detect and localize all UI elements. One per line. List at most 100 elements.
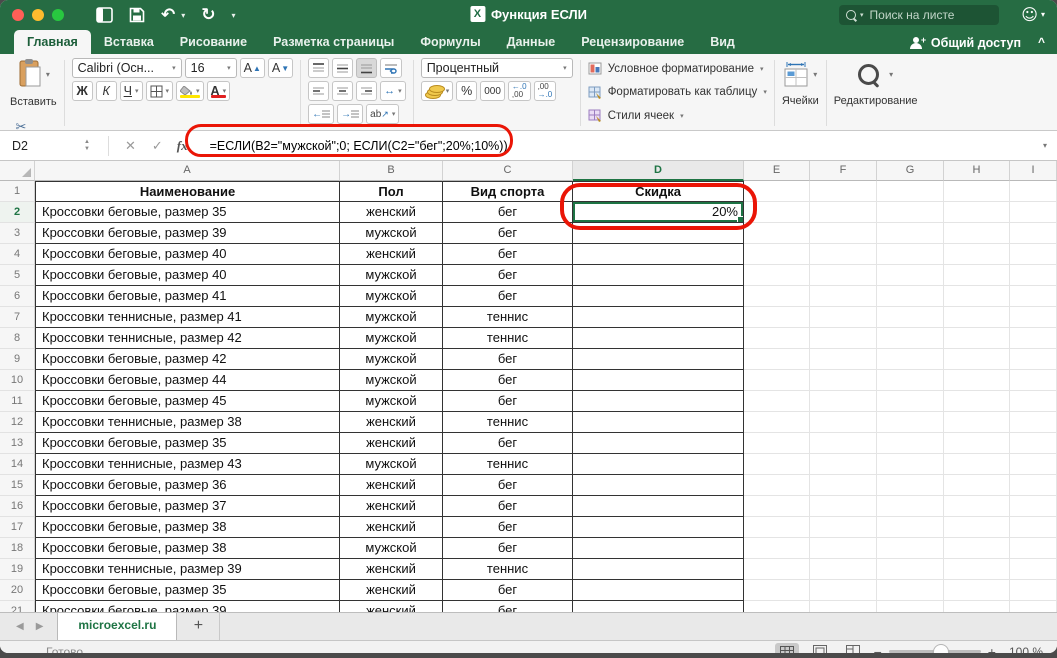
sheet-nav-right-icon[interactable]: ▶ <box>36 621 44 632</box>
cell-B7[interactable]: мужской <box>340 307 443 328</box>
cell-F12[interactable] <box>810 412 877 433</box>
cell-E6[interactable] <box>744 286 810 307</box>
cell-B6[interactable]: мужской <box>340 286 443 307</box>
align-left-button[interactable] <box>308 81 329 101</box>
cell-I1[interactable] <box>1010 181 1057 202</box>
page-layout-view-button[interactable] <box>808 643 832 653</box>
cell-G16[interactable] <box>877 496 944 517</box>
cell-D21[interactable] <box>573 601 744 612</box>
cell-E20[interactable] <box>744 580 810 601</box>
cell-C11[interactable]: бег <box>443 391 573 412</box>
cell-E7[interactable] <box>744 307 810 328</box>
cell-I9[interactable] <box>1010 349 1057 370</box>
cell-I4[interactable] <box>1010 244 1057 265</box>
cell-I2[interactable] <box>1010 202 1057 223</box>
cell-C19[interactable]: теннис <box>443 559 573 580</box>
cell-G3[interactable] <box>877 223 944 244</box>
cell-F21[interactable] <box>810 601 877 612</box>
cell-H18[interactable] <box>944 538 1010 559</box>
increase-decimal-button[interactable]: ←.0,00 <box>508 81 531 101</box>
comma-style-button[interactable]: 000 <box>480 81 505 101</box>
cell-H9[interactable] <box>944 349 1010 370</box>
cell-B3[interactable]: мужской <box>340 223 443 244</box>
cell-B16[interactable]: женский <box>340 496 443 517</box>
page-break-view-button[interactable] <box>841 643 865 653</box>
cell-D20[interactable] <box>573 580 744 601</box>
cell-G8[interactable] <box>877 328 944 349</box>
cell-H15[interactable] <box>944 475 1010 496</box>
sidebar-toggle-icon[interactable] <box>96 7 113 23</box>
editing-group[interactable]: ▾ Редактирование <box>834 58 918 128</box>
decrease-indent-button[interactable]: ← <box>308 104 334 124</box>
align-middle-button[interactable] <box>332 58 353 78</box>
row-header-2[interactable]: 2 <box>0 202 35 223</box>
cell-A6[interactable]: Кроссовки беговые, размер 41 <box>35 286 340 307</box>
cell-G10[interactable] <box>877 370 944 391</box>
row-header-5[interactable]: 5 <box>0 265 35 286</box>
cell-G2[interactable] <box>877 202 944 223</box>
cell-F2[interactable] <box>810 202 877 223</box>
cell-C2[interactable]: бег <box>443 202 573 223</box>
cell-H13[interactable] <box>944 433 1010 454</box>
cell-A14[interactable]: Кроссовки теннисные, размер 43 <box>35 454 340 475</box>
column-header-F[interactable]: F <box>810 161 877 181</box>
cell-I3[interactable] <box>1010 223 1057 244</box>
paste-button[interactable]: ▾ Вставить <box>10 58 57 108</box>
row-header-15[interactable]: 15 <box>0 475 35 496</box>
tab-формулы[interactable]: Формулы <box>407 30 493 54</box>
row-header-1[interactable]: 1 <box>0 181 35 202</box>
select-all-corner[interactable] <box>0 161 35 181</box>
cell-H14[interactable] <box>944 454 1010 475</box>
cell-G20[interactable] <box>877 580 944 601</box>
underline-button[interactable]: Ч▾ <box>120 81 143 101</box>
font-name-combo[interactable]: Calibri (Осн... ▾ <box>72 58 182 78</box>
formula-input[interactable]: =ЕСЛИ(B2="мужской";0; ЕСЛИ(C2="бег";20%;… <box>210 139 508 153</box>
insert-function-icon[interactable]: fx <box>177 138 188 154</box>
row-header-12[interactable]: 12 <box>0 412 35 433</box>
cell-D12[interactable] <box>573 412 744 433</box>
cell-A5[interactable]: Кроссовки беговые, размер 40 <box>35 265 340 286</box>
cell-I5[interactable] <box>1010 265 1057 286</box>
cell-A7[interactable]: Кроссовки теннисные, размер 41 <box>35 307 340 328</box>
cell-A19[interactable]: Кроссовки теннисные, размер 39 <box>35 559 340 580</box>
cell-F3[interactable] <box>810 223 877 244</box>
fill-color-dropdown-icon[interactable]: ▾ <box>196 87 200 95</box>
cell-I15[interactable] <box>1010 475 1057 496</box>
cell-styles-button[interactable]: Стили ячеек ▾ <box>588 106 767 125</box>
cell-F4[interactable] <box>810 244 877 265</box>
cell-G19[interactable] <box>877 559 944 580</box>
cell-C18[interactable]: бег <box>443 538 573 559</box>
cell-E10[interactable] <box>744 370 810 391</box>
borders-button[interactable]: ▾ <box>146 81 174 101</box>
merge-dropdown-icon[interactable]: ▾ <box>398 87 402 95</box>
cell-E12[interactable] <box>744 412 810 433</box>
cell-G9[interactable] <box>877 349 944 370</box>
cell-G11[interactable] <box>877 391 944 412</box>
align-center-button[interactable] <box>332 81 353 101</box>
cell-H6[interactable] <box>944 286 1010 307</box>
cell-I7[interactable] <box>1010 307 1057 328</box>
cell-I8[interactable] <box>1010 328 1057 349</box>
row-header-16[interactable]: 16 <box>0 496 35 517</box>
cell-F11[interactable] <box>810 391 877 412</box>
cell-D15[interactable] <box>573 475 744 496</box>
italic-button[interactable]: К <box>96 81 117 101</box>
name-box-stepper[interactable]: ▲▼ <box>84 139 90 152</box>
sheet-tab-active[interactable]: microexcel.ru <box>57 613 177 640</box>
row-header-6[interactable]: 6 <box>0 286 35 307</box>
cell-F14[interactable] <box>810 454 877 475</box>
column-header-A[interactable]: A <box>35 161 340 181</box>
cell-F6[interactable] <box>810 286 877 307</box>
cell-H7[interactable] <box>944 307 1010 328</box>
cell-C20[interactable]: бег <box>443 580 573 601</box>
conditional-formatting-button[interactable]: Условное форматирование ▾ <box>588 59 767 78</box>
cell-B11[interactable]: мужской <box>340 391 443 412</box>
row-header-13[interactable]: 13 <box>0 433 35 454</box>
minimize-window-button[interactable] <box>32 9 44 21</box>
format-as-table-button[interactable]: Форматировать как таблицу ▾ <box>588 83 767 102</box>
cell-C1[interactable]: Вид спорта <box>443 181 573 202</box>
cell-B12[interactable]: женский <box>340 412 443 433</box>
column-header-D[interactable]: D <box>573 161 744 181</box>
row-header-8[interactable]: 8 <box>0 328 35 349</box>
cell-G1[interactable] <box>877 181 944 202</box>
